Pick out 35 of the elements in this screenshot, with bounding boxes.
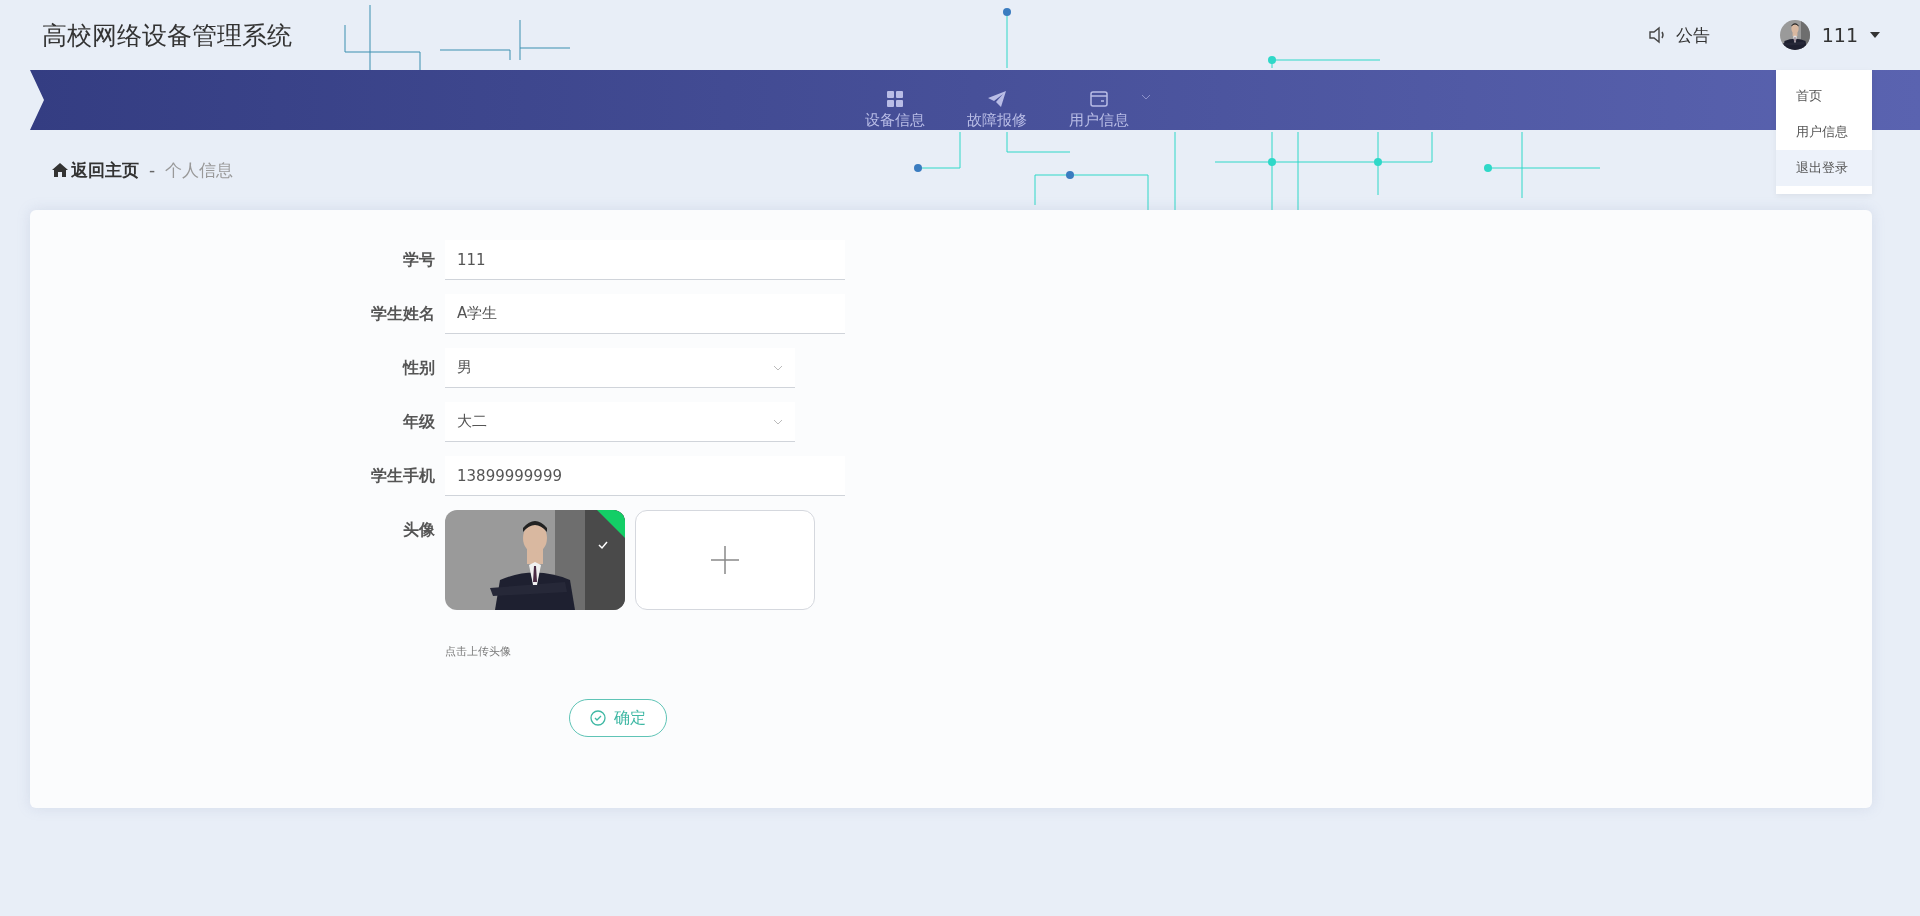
caret-icon[interactable] [1870, 32, 1880, 38]
input-field[interactable]: 13899999999 [445, 456, 845, 496]
paper-plane-icon [988, 91, 1006, 107]
user-avatar[interactable] [1779, 20, 1810, 50]
home-icon[interactable] [52, 163, 68, 177]
field-label: 年级 [402, 411, 436, 433]
select-field[interactable]: 男 [445, 348, 795, 388]
nav-tab[interactable]: 故障报修 [961, 91, 1033, 130]
upload-hint: 点击上传头像 [445, 644, 512, 659]
field-label: 学生姓名 [370, 303, 436, 325]
breadcrumb-current: 个人信息 [165, 158, 234, 182]
app-title: 高校网络设备管理系统 [42, 19, 292, 52]
nav-tab[interactable]: 用户信息 [1063, 91, 1135, 130]
field-label: 学生手机 [370, 465, 436, 487]
nav-tab[interactable]: 设备信息 [859, 91, 931, 130]
check-circle-icon [590, 710, 606, 726]
field-label: 学号 [402, 249, 436, 271]
menu-item[interactable]: 首页 [1776, 78, 1872, 114]
menu-item[interactable]: 退出登录 [1776, 150, 1872, 186]
input-field[interactable]: 111 [445, 240, 845, 280]
chevron-down-icon [773, 364, 783, 371]
select-field[interactable]: 大二 [445, 402, 795, 442]
speaker-icon [1647, 26, 1666, 44]
grid-icon [887, 91, 903, 107]
menu-item[interactable]: 用户信息 [1776, 114, 1872, 150]
input-field[interactable]: A学生 [445, 294, 845, 334]
plus-icon [711, 546, 739, 574]
user-name[interactable]: 111 [1821, 24, 1858, 46]
chevron-down-icon [773, 418, 783, 425]
notice-link[interactable]: 公告 [1675, 23, 1710, 47]
card-icon [1090, 91, 1108, 107]
field-label: 性别 [401, 357, 436, 379]
breadcrumb-separator: - [149, 160, 156, 180]
field-label: 头像 [402, 519, 436, 541]
home-link[interactable]: 返回主页 [71, 158, 139, 182]
